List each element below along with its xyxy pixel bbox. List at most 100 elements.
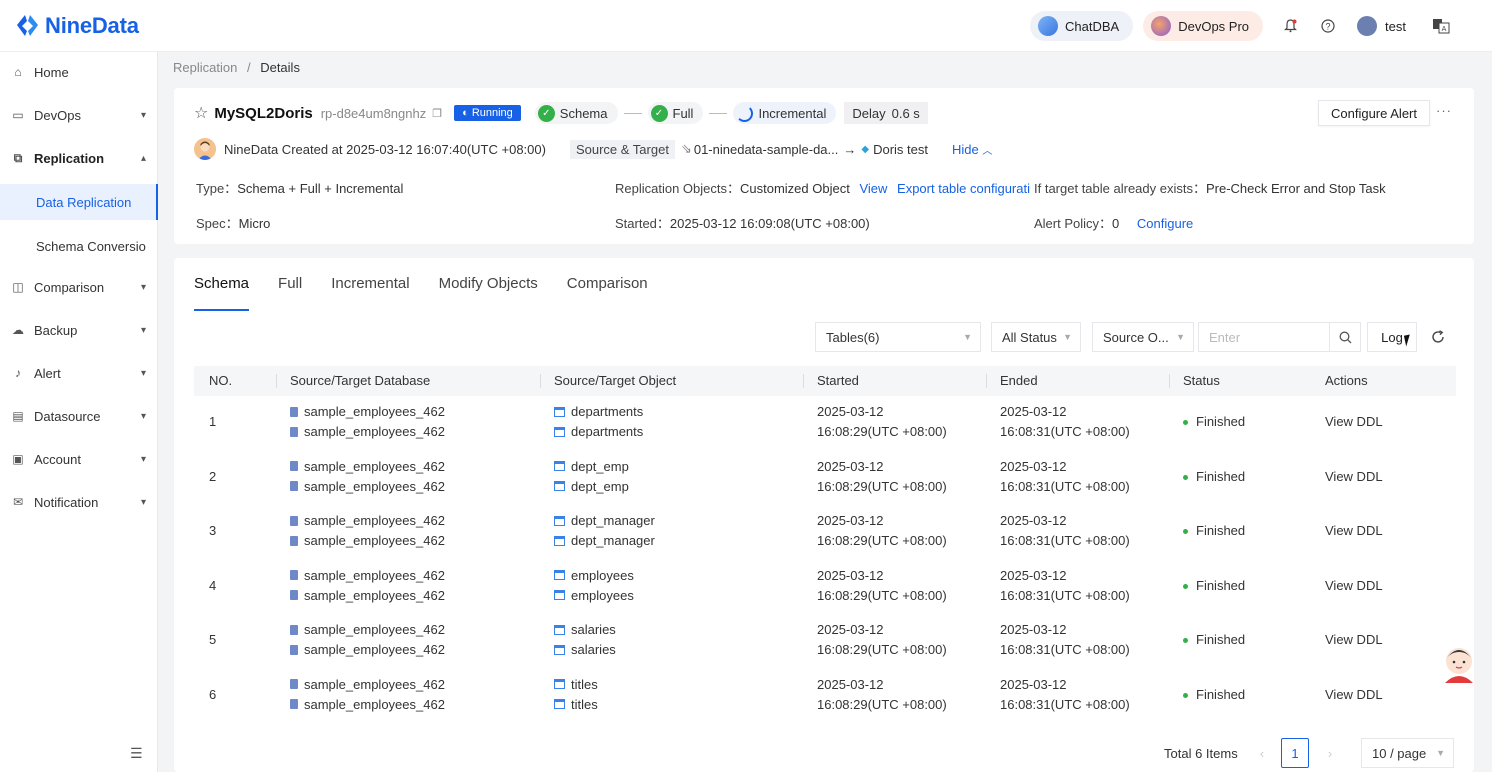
- started-time: 16:08:29(UTC +08:00): [817, 478, 947, 494]
- col-started: Started: [817, 373, 859, 388]
- tab-full[interactable]: Full: [278, 274, 302, 310]
- table-icon: [554, 590, 565, 600]
- view-ddl-link[interactable]: View DDL: [1325, 469, 1383, 484]
- mail-icon: ✉: [12, 495, 24, 509]
- view-link[interactable]: View: [859, 181, 887, 196]
- sidebar-item-notification[interactable]: ✉ Notification ▾: [0, 486, 158, 518]
- started-cell: 2025-03-12 16:08:29(UTC +08:00): [817, 505, 987, 559]
- database-icon: [290, 515, 298, 526]
- page-size-select[interactable]: 10 / page ▼: [1361, 738, 1454, 768]
- source-db: sample_employees_462: [304, 676, 445, 692]
- prev-page-button[interactable]: ‹: [1249, 738, 1275, 768]
- view-ddl-link[interactable]: View DDL: [1325, 632, 1383, 647]
- tab-modify-objects[interactable]: Modify Objects: [439, 274, 538, 310]
- view-ddl-link[interactable]: View DDL: [1325, 523, 1383, 538]
- page-1-button[interactable]: 1: [1281, 738, 1309, 768]
- source-object: employees: [571, 567, 634, 583]
- status-select[interactable]: All Status ▼: [991, 322, 1081, 352]
- if-exists-value: Pre-Check Error and Stop Task: [1205, 181, 1386, 196]
- type-value: Schema + Full + Incremental: [237, 181, 404, 196]
- favorite-star-icon[interactable]: ☆: [194, 103, 208, 123]
- configure-alert-button[interactable]: Configure Alert: [1318, 100, 1430, 126]
- source-object-select[interactable]: Source O... ▼: [1092, 322, 1194, 352]
- tab-schema[interactable]: Schema: [194, 274, 250, 311]
- alert-policy-label: Alert Policy：: [1034, 216, 1113, 231]
- status-cell: Finished: [1183, 687, 1245, 702]
- replication-icon: ⧉: [13, 150, 23, 165]
- object-cell: employees employees: [554, 560, 794, 614]
- compare-icon: ◫: [12, 280, 24, 294]
- started-cell: 2025-03-12 16:08:29(UTC +08:00): [817, 396, 987, 450]
- ninedata-logo-icon: [17, 15, 38, 36]
- help-icon[interactable]: ?: [1317, 15, 1339, 37]
- started-time: 16:08:29(UTC +08:00): [817, 424, 947, 439]
- username[interactable]: test: [1385, 19, 1406, 34]
- target-db: sample_employees_462: [304, 587, 445, 603]
- sidebar-sub-schema-conversion[interactable]: Schema Conversio: [0, 228, 158, 264]
- sidebar-item-comparison[interactable]: ◫ Comparison ▾: [0, 271, 158, 303]
- refresh-button[interactable]: [1423, 322, 1453, 352]
- sidebar-sub-data-replication[interactable]: Data Replication: [0, 184, 158, 220]
- export-table-config-link[interactable]: Export table configurati: [897, 181, 1030, 196]
- ended-time: 16:08:31(UTC +08:00): [1000, 696, 1130, 712]
- chevron-up-icon: ▴: [140, 152, 146, 164]
- view-ddl-link[interactable]: View DDL: [1325, 687, 1383, 702]
- language-switch-icon[interactable]: A: [1430, 15, 1452, 37]
- next-page-button[interactable]: ›: [1317, 738, 1343, 768]
- source-db: sample_employees_462: [304, 567, 445, 583]
- logo[interactable]: NineData: [14, 12, 139, 39]
- check-icon: ✓: [537, 104, 555, 122]
- tables-select[interactable]: Tables(6) ▼: [815, 322, 981, 352]
- chatdba-button[interactable]: ChatDBA: [1030, 11, 1134, 41]
- sidebar-item-devops[interactable]: ▭ DevOps ▾: [0, 99, 158, 131]
- view-ddl-link[interactable]: View DDL: [1325, 578, 1383, 593]
- collapse-sidebar-icon[interactable]: ☰: [130, 745, 143, 762]
- sidebar-item-home[interactable]: ⌂ Home: [0, 56, 158, 88]
- search-input[interactable]: Enter: [1198, 322, 1330, 352]
- source-db: sample_employees_462: [304, 404, 445, 419]
- user-avatar[interactable]: [1357, 16, 1378, 36]
- db-cell: sample_employees_462 sample_employees_462: [290, 614, 530, 668]
- sidebar-item-datasource[interactable]: ▤ Datasource ▾: [0, 400, 158, 432]
- copy-icon[interactable]: ❐: [432, 107, 442, 120]
- chatdba-label: ChatDBA: [1065, 18, 1120, 34]
- tab-incremental[interactable]: Incremental: [331, 274, 409, 310]
- target-object: departments: [571, 424, 644, 439]
- sidebar-item-alert[interactable]: ♪ Alert ▾: [0, 357, 158, 389]
- hide-toggle[interactable]: Hide ︿: [952, 142, 992, 157]
- more-options-icon[interactable]: ···: [1436, 103, 1452, 118]
- loading-spinner-icon: [736, 104, 754, 122]
- assistant-avatar-button[interactable]: [1441, 645, 1477, 683]
- notification-bell-icon[interactable]: [1279, 15, 1301, 37]
- breadcrumb-parent[interactable]: Replication: [173, 60, 237, 75]
- breadcrumb: Replication / Details: [173, 60, 300, 75]
- spec-field: Spec：Micro: [196, 213, 270, 232]
- source-name[interactable]: 01-ninedata-sample-da...: [694, 142, 839, 157]
- status-text: Finished: [1196, 523, 1246, 538]
- devops-pro-button[interactable]: DevOps Pro: [1143, 11, 1264, 41]
- sidebar-item-backup[interactable]: ☁ Backup ▾: [0, 314, 158, 346]
- table-icon: [554, 406, 565, 417]
- chevron-down-icon: ▾: [140, 496, 146, 508]
- view-ddl-link[interactable]: View DDL: [1325, 414, 1383, 429]
- object-cell: titles titles: [554, 669, 794, 723]
- source-target-label: Source & Target: [569, 139, 675, 159]
- sidebar-item-label: DevOps: [34, 107, 81, 123]
- ended-cell: 2025-03-12 16:08:31(UTC +08:00): [1000, 396, 1170, 450]
- table-icon: [554, 570, 565, 580]
- tab-comparison[interactable]: Comparison: [567, 274, 648, 310]
- column-divider: [540, 374, 541, 388]
- sidebar-item-replication[interactable]: ⧉ Replication ▴: [0, 142, 158, 174]
- search-button[interactable]: [1329, 322, 1361, 352]
- configure-link[interactable]: Configure: [1137, 216, 1193, 231]
- database-icon: [290, 570, 298, 580]
- globe-icon: [1151, 16, 1172, 36]
- chevron-down-icon: ▾: [140, 453, 146, 465]
- source-object-select-value: Source O...: [1103, 329, 1169, 345]
- target-name[interactable]: Doris test: [873, 142, 928, 157]
- db-cell: sample_employees_462 sample_employees_462: [290, 451, 530, 505]
- sidebar-item-account[interactable]: ▣ Account ▾: [0, 443, 158, 475]
- table-row: 4 sample_employees_462 sample_employees_46…: [194, 560, 1456, 614]
- source-object: salaries: [571, 622, 616, 637]
- ended-time: 16:08:31(UTC +08:00): [1000, 587, 1130, 603]
